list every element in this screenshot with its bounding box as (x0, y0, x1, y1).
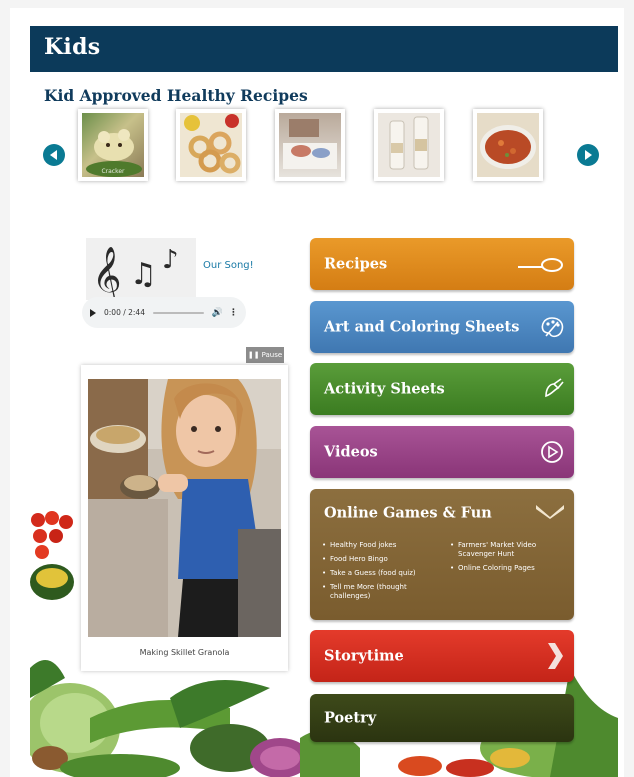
music-notes-icon: 𝄞 ♫ ♪ (86, 238, 196, 307)
menu-storytime-button[interactable]: Storytime (310, 630, 574, 682)
games-links-col1: Healthy Food jokes Food Hero Bingo Take … (322, 541, 446, 606)
tomatoes-decoration (30, 511, 74, 600)
carousel-prev-button[interactable] (43, 144, 65, 166)
menu-art-label: Art and Coloring Sheets (324, 318, 520, 336)
recipe-thumb-image (180, 113, 242, 177)
menu-poetry-label: Poetry (324, 709, 377, 727)
audio-player: 0:00 / 2:44 🔊 ⋮ (82, 297, 246, 328)
games-links-col2: Farmers' Market Video Scavenger Hunt Onl… (450, 541, 570, 606)
games-link[interactable]: Farmers' Market Video Scavenger Hunt (450, 541, 570, 559)
carousel-next-button[interactable] (577, 144, 599, 166)
menu-storytime-label: Storytime (324, 647, 404, 665)
menu-activity-label: Activity Sheets (324, 380, 445, 398)
volume-icon[interactable]: 🔊 (212, 308, 223, 318)
slideshow-pause-button[interactable]: ❚❚ Pause (246, 347, 284, 363)
menu-poetry-button[interactable]: Poetry (310, 694, 574, 742)
chevron-down-icon[interactable] (536, 503, 564, 519)
menu-videos-label: Videos (324, 443, 378, 461)
games-link[interactable]: Take a Guess (food quiz) (322, 569, 446, 578)
menu-videos-button[interactable]: Videos (310, 426, 574, 478)
audio-progress-bar[interactable] (152, 311, 204, 314)
recipe-thumb-1[interactable]: Cracker (78, 109, 148, 181)
menu-art-button[interactable]: Art and Coloring Sheets (310, 301, 574, 353)
menu-activity-button[interactable]: Activity Sheets (310, 363, 574, 415)
recipe-thumb-image (477, 113, 539, 177)
svg-text:𝄞: 𝄞 (92, 246, 122, 300)
recipe-thumb-4[interactable] (374, 109, 444, 181)
spoon-icon (518, 258, 563, 272)
recipe-thumb-image (279, 113, 341, 177)
recipe-thumb-image: Cracker (82, 113, 144, 177)
recipe-thumb-image (378, 113, 440, 177)
audio-time: 0:00 / 2:44 (104, 308, 145, 317)
recipe-thumb-3[interactable] (275, 109, 345, 181)
play-icon[interactable] (90, 308, 96, 317)
recipe-thumb-2[interactable] (176, 109, 246, 181)
svg-text:♫: ♫ (130, 257, 157, 292)
recipes-heading: Kid Approved Healthy Recipes (44, 86, 308, 105)
pause-icon: ❚❚ (247, 351, 260, 359)
page-title: Kids (44, 34, 101, 60)
music-widget: 𝄞 ♫ ♪ Our Song! (86, 238, 256, 307)
slideshow-photo (88, 379, 281, 637)
recipe-thumb-caption: Cracker (101, 168, 125, 175)
menu-games-label: Online Games & Fun (324, 504, 492, 522)
games-link[interactable]: Online Coloring Pages (450, 564, 570, 573)
games-link[interactable]: Tell me More (thought challenges) (322, 583, 446, 601)
menu-recipes-button[interactable]: Recipes (310, 238, 574, 290)
chevron-left-icon (50, 150, 57, 160)
games-link[interactable]: Food Hero Bingo (322, 555, 446, 564)
svg-text:♪: ♪ (162, 245, 179, 275)
pause-label: Pause (261, 351, 283, 359)
chevron-right-icon (548, 643, 563, 669)
palette-icon (541, 317, 564, 338)
pencil-icon (545, 378, 564, 398)
games-links: Healthy Food jokes Food Hero Bingo Take … (322, 541, 567, 606)
song-link[interactable]: Our Song! (203, 260, 254, 271)
menu-games-panel[interactable]: Online Games & Fun Healthy Food jokes Fo… (310, 489, 574, 620)
menu-recipes-label: Recipes (324, 255, 388, 273)
games-link[interactable]: Healthy Food jokes (322, 541, 446, 550)
page-header: Kids (30, 26, 618, 72)
page: Kids Kid Approved Healthy Recipes Cracke… (10, 8, 624, 777)
play-circle-icon (541, 441, 563, 463)
more-options-icon[interactable]: ⋮ (229, 308, 238, 318)
chevron-right-icon (585, 150, 592, 160)
recipe-thumb-5[interactable] (473, 109, 543, 181)
